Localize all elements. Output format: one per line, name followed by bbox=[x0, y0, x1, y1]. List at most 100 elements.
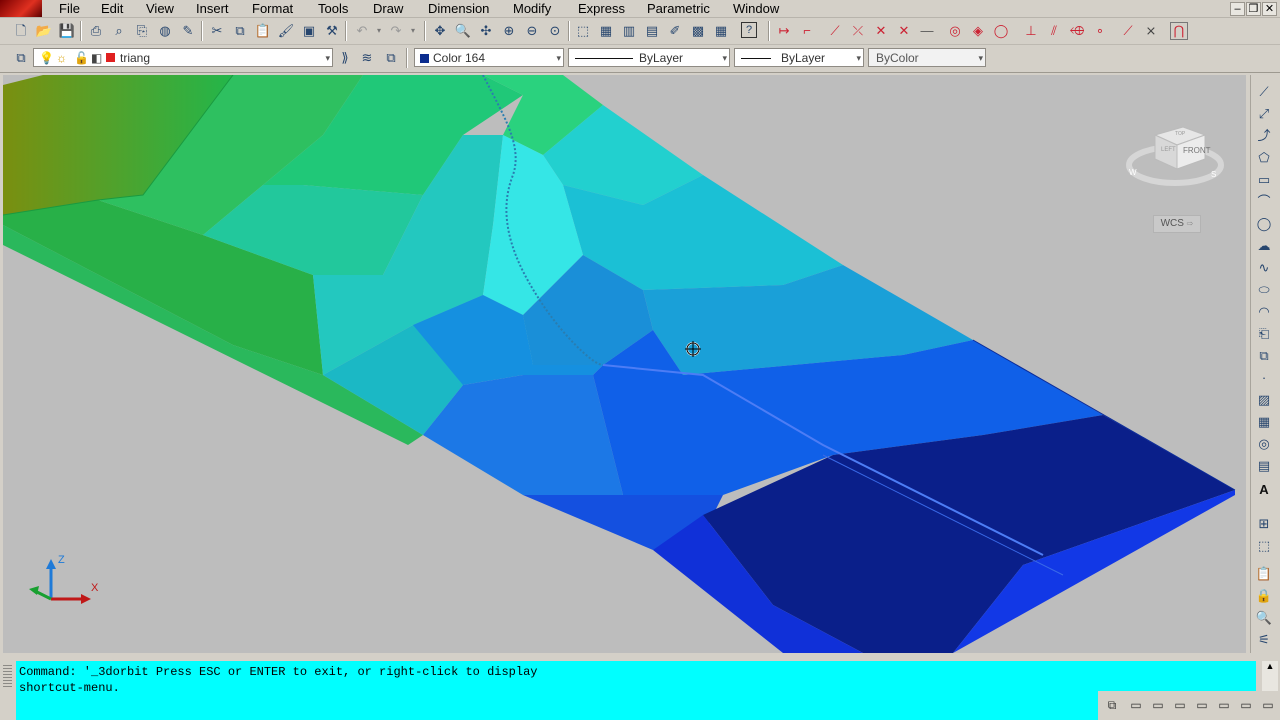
snap-parallel-icon[interactable]: ⫽ bbox=[1045, 22, 1063, 40]
menu-file[interactable]: File bbox=[56, 1, 83, 16]
menu-edit[interactable]: Edit bbox=[98, 1, 126, 16]
menu-tools[interactable]: Tools bbox=[315, 1, 351, 16]
snap-none-icon[interactable]: ⨯ bbox=[1142, 22, 1160, 40]
orbit-icon[interactable]: ✣ bbox=[477, 22, 495, 40]
pan-icon[interactable]: ✥ bbox=[431, 22, 449, 40]
command-scrollbar[interactable]: ▲ bbox=[1262, 661, 1278, 691]
snap-nearest-icon[interactable]: ⟋ bbox=[1119, 22, 1137, 40]
make-block-icon[interactable]: ⧉ bbox=[1255, 347, 1273, 365]
snap-midpoint-icon[interactable]: ⟋ bbox=[826, 22, 844, 40]
menu-insert[interactable]: Insert bbox=[193, 1, 232, 16]
menu-format[interactable]: Format bbox=[249, 1, 296, 16]
ellipse-arc-icon[interactable]: ◠ bbox=[1255, 303, 1273, 321]
snap-quadrant-icon[interactable]: ◈ bbox=[969, 22, 987, 40]
snap-tangent-icon[interactable]: ◯ bbox=[992, 22, 1010, 40]
menu-window[interactable]: Window bbox=[730, 1, 782, 16]
terrain-model[interactable] bbox=[3, 75, 1246, 653]
pan-status-icon[interactable]: ▭ bbox=[1194, 697, 1210, 713]
model-space-icon[interactable]: ⧉ bbox=[1104, 697, 1120, 713]
layer-previous-icon[interactable]: ≋ bbox=[358, 49, 376, 67]
quick-view-drawings-icon[interactable]: ▭ bbox=[1172, 697, 1188, 713]
dbconnect-icon[interactable]: ▩ bbox=[689, 22, 707, 40]
markup-icon[interactable]: ✐ bbox=[666, 22, 684, 40]
polyline-icon[interactable]: ⤴ bbox=[1255, 127, 1273, 145]
snap-intersection-icon[interactable]: ⤫ bbox=[849, 22, 867, 40]
layer-manager-icon[interactable]: ⧉ bbox=[12, 49, 30, 67]
redo-icon[interactable]: ↷ bbox=[387, 22, 405, 40]
block-editor-icon[interactable]: ▣ bbox=[300, 22, 318, 40]
line-icon[interactable]: ⟋ bbox=[1255, 83, 1273, 101]
copy-icon[interactable]: ⧉ bbox=[231, 22, 249, 40]
add-selected-icon[interactable]: ⊞ bbox=[1255, 515, 1273, 533]
paste-icon[interactable]: 📋 bbox=[254, 22, 272, 40]
command-line-grip[interactable] bbox=[3, 663, 12, 687]
viewcube[interactable]: FRONT LEFT TOP W S bbox=[1125, 117, 1225, 187]
undo-icon[interactable]: ↶ bbox=[353, 22, 371, 40]
linetype-dropdown[interactable]: ByLayer ▾ bbox=[568, 48, 730, 67]
osnap-settings-icon[interactable]: ⋂ bbox=[1170, 22, 1188, 40]
snap-insert-icon[interactable]: ⬲ bbox=[1068, 22, 1086, 40]
match-properties-icon[interactable]: 🖌 bbox=[277, 22, 295, 40]
close-icon[interactable]: ✕ bbox=[1262, 2, 1277, 16]
polygon-icon[interactable]: ⬠ bbox=[1255, 149, 1273, 167]
restore-icon[interactable]: ❐ bbox=[1246, 2, 1261, 16]
snap-from-icon[interactable]: ⌐ bbox=[798, 22, 816, 40]
insert-block-icon[interactable]: ⎗ bbox=[1255, 325, 1273, 343]
snap-extension-line-icon[interactable]: — bbox=[918, 22, 936, 40]
design-center-icon[interactable]: ✎ bbox=[179, 22, 197, 40]
design-center-icon-2[interactable]: ▦ bbox=[597, 22, 615, 40]
plot-preview-icon[interactable]: ⌕ bbox=[110, 22, 128, 40]
snap-center-icon[interactable]: ◎ bbox=[946, 22, 964, 40]
ellipse-icon[interactable]: ⬭ bbox=[1255, 281, 1273, 299]
snap-endpoint-icon[interactable]: ↦ bbox=[775, 22, 793, 40]
menu-view[interactable]: View bbox=[143, 1, 177, 16]
zoom-extents-icon[interactable]: ⊙ bbox=[546, 22, 564, 40]
publish-icon[interactable]: ⎘ bbox=[133, 22, 151, 40]
text-icon[interactable]: A bbox=[1255, 481, 1273, 499]
layout-icon[interactable]: ▭ bbox=[1128, 697, 1144, 713]
plot-icon[interactable]: ⎙ bbox=[87, 22, 105, 40]
snap-apparent-icon[interactable]: ✕ bbox=[872, 22, 890, 40]
revision-cloud-icon[interactable]: ☁ bbox=[1255, 237, 1273, 255]
command-input[interactable] bbox=[16, 691, 1256, 720]
rectangle-icon[interactable]: ▭ bbox=[1255, 171, 1273, 189]
properties-icon[interactable]: ⬚ bbox=[574, 22, 592, 40]
arc-icon[interactable]: ⌒ bbox=[1255, 193, 1273, 211]
model-viewport[interactable]: FRONT LEFT TOP W S WCS ⇨ Z X bbox=[3, 75, 1246, 653]
make-object-layer-current-icon[interactable]: ⟫ bbox=[336, 49, 354, 67]
open-icon[interactable]: 📂 bbox=[35, 22, 53, 40]
construction-line-icon[interactable]: ⤢ bbox=[1255, 105, 1273, 123]
snap-node-icon[interactable]: ∘ bbox=[1091, 22, 1109, 40]
redo-dropdown-icon[interactable]: ▾ bbox=[404, 22, 422, 40]
paintbrush-icon[interactable]: ⚒ bbox=[323, 22, 341, 40]
menu-express[interactable]: Express bbox=[575, 1, 628, 16]
menu-draw[interactable]: Draw bbox=[370, 1, 406, 16]
table-icon[interactable]: ▤ bbox=[1255, 457, 1273, 475]
help-icon[interactable]: ? bbox=[741, 22, 757, 38]
minimize-icon[interactable]: – bbox=[1230, 2, 1245, 16]
select-similar-icon[interactable]: ⬚ bbox=[1255, 537, 1273, 555]
new-icon[interactable]: 🗋 bbox=[12, 22, 30, 40]
layer-states-icon[interactable]: ⧉ bbox=[382, 49, 400, 67]
color-dropdown[interactable]: Color 164 ▾ bbox=[414, 48, 564, 67]
gradient-icon[interactable]: ▦ bbox=[1255, 413, 1273, 431]
wcs-menu[interactable]: WCS ⇨ bbox=[1153, 215, 1201, 233]
zoom-status-icon[interactable]: ▭ bbox=[1216, 697, 1232, 713]
circle-icon[interactable]: ◯ bbox=[1255, 215, 1273, 233]
lock-icon[interactable]: 🔒 bbox=[1255, 587, 1273, 605]
zoom-icon[interactable]: 🔍 bbox=[1255, 609, 1273, 627]
hatch-icon[interactable]: ▨ bbox=[1255, 391, 1273, 409]
lineweight-dropdown[interactable]: ByLayer ▾ bbox=[734, 48, 864, 67]
tool-palettes-icon[interactable]: ▥ bbox=[620, 22, 638, 40]
spline-icon[interactable]: ∿ bbox=[1255, 259, 1273, 277]
region-icon[interactable]: ◎ bbox=[1255, 435, 1273, 453]
quick-view-layouts-icon[interactable]: ▭ bbox=[1150, 697, 1166, 713]
clipboard-icon[interactable]: 📋 bbox=[1255, 565, 1273, 583]
cut-icon[interactable]: ✂ bbox=[208, 22, 226, 40]
application-logo[interactable] bbox=[0, 0, 42, 17]
menu-parametric[interactable]: Parametric bbox=[644, 1, 713, 16]
showmotion-icon[interactable]: ▭ bbox=[1260, 697, 1276, 713]
measure-icon[interactable]: ⚟ bbox=[1255, 631, 1273, 649]
layer-dropdown[interactable]: 💡 ☼ 🔓 ◧ triang ▾ bbox=[33, 48, 333, 67]
snap-extension-icon[interactable]: ✕ bbox=[895, 22, 913, 40]
